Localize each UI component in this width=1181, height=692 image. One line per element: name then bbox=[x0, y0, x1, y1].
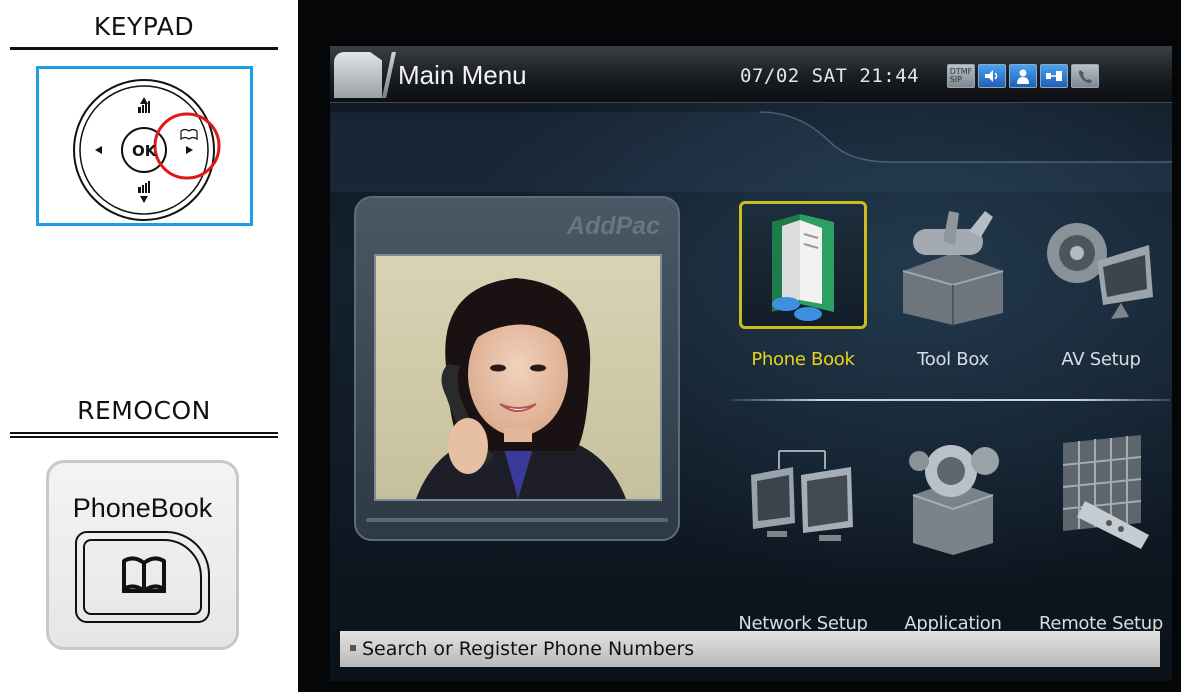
open-book-icon bbox=[122, 556, 166, 593]
keypad-title-rule bbox=[10, 47, 278, 50]
remocon-title: REMOCON bbox=[77, 396, 211, 425]
menu-item-label: AV Setup bbox=[1061, 349, 1141, 370]
menu-item-av-setup[interactable]: AV Setup bbox=[1026, 201, 1176, 401]
network-icon bbox=[1040, 64, 1068, 88]
menu-item-application[interactable]: Application bbox=[878, 431, 1028, 634]
user-icon bbox=[1009, 64, 1037, 88]
menu-item-tool-box[interactable]: Tool Box bbox=[878, 201, 1028, 401]
speaker-icon bbox=[978, 64, 1006, 88]
phonebook-icon bbox=[739, 201, 867, 329]
status-message: Search or Register Phone Numbers bbox=[362, 638, 695, 660]
datetime-display: 07/02 SAT 21:44 bbox=[740, 65, 920, 87]
page-title: Main Menu bbox=[398, 60, 527, 90]
menu-item-remote-setup[interactable]: Remote Setup bbox=[1026, 431, 1176, 634]
menu-item-network-setup[interactable]: Network Setup bbox=[728, 431, 878, 634]
main-menu-screen: Main Menu 07/02 SAT 21:44 DTMF SIP AddPac bbox=[330, 46, 1172, 681]
ok-button-label: OK bbox=[132, 142, 157, 160]
remote-setup-icon bbox=[1037, 431, 1165, 559]
handset-icon bbox=[1071, 64, 1099, 88]
title-tab bbox=[334, 52, 382, 98]
title-bar: Main Menu 07/02 SAT 21:44 DTMF SIP bbox=[330, 46, 1172, 103]
device-screen: Main Menu 07/02 SAT 21:44 DTMF SIP AddPac bbox=[298, 0, 1181, 692]
menu-item-label: Phone Book bbox=[751, 349, 855, 370]
menu-item-label: Tool Box bbox=[917, 349, 989, 370]
keypad-diagram: OK bbox=[36, 66, 253, 226]
video-frame-base bbox=[366, 518, 668, 522]
av-setup-icon bbox=[1037, 201, 1165, 329]
remocon-title-rule bbox=[10, 432, 278, 434]
phonebook-key-label: PhoneBook bbox=[72, 493, 213, 523]
status-bullet-icon bbox=[350, 645, 356, 651]
menu-divider bbox=[730, 399, 1170, 401]
dtmf-icon: DTMF SIP bbox=[947, 64, 975, 88]
brand-logo: AddPac bbox=[566, 212, 660, 240]
background-swoosh bbox=[330, 111, 1172, 192]
remocon-phonebook-key-diagram: PhoneBook bbox=[46, 460, 239, 650]
toolbox-icon bbox=[889, 201, 1017, 329]
network-setup-icon bbox=[739, 431, 867, 559]
remocon-title-rule-double bbox=[10, 436, 278, 438]
video-preview-frame: AddPac bbox=[354, 196, 680, 541]
status-bar: Search or Register Phone Numbers bbox=[340, 631, 1160, 667]
keypad-title: KEYPAD bbox=[93, 12, 195, 41]
title-separator bbox=[382, 52, 396, 98]
menu-item-phone-book[interactable]: Phone Book bbox=[728, 201, 878, 401]
application-icon bbox=[889, 431, 1017, 559]
video-preview-image bbox=[374, 254, 662, 501]
phonebook-key[interactable] bbox=[75, 531, 210, 623]
